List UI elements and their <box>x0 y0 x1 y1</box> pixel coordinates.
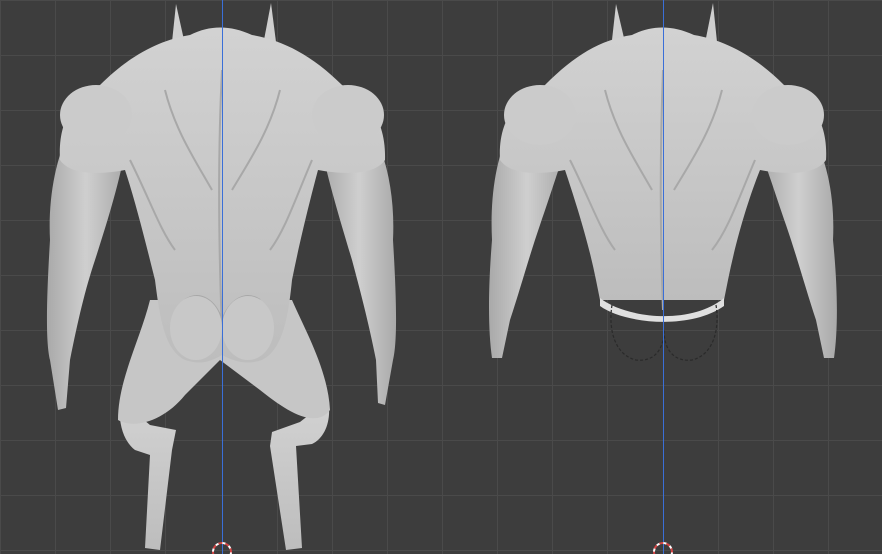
left-glute <box>170 296 222 360</box>
left-deltoid <box>60 85 132 145</box>
right-glute <box>222 296 274 360</box>
sculpt-full-back-view[interactable] <box>46 3 397 550</box>
right-leg <box>270 400 330 550</box>
right-horn <box>264 3 276 42</box>
right-horn <box>706 3 717 42</box>
viewport-canvas[interactable] <box>0 0 882 554</box>
right-deltoid <box>312 85 384 145</box>
right-deltoid <box>752 85 824 145</box>
left-horn <box>612 4 624 40</box>
left-deltoid <box>504 85 576 145</box>
3d-viewport[interactable] <box>0 0 882 554</box>
sculpt-torso-back-view[interactable] <box>489 3 837 361</box>
left-horn <box>172 4 184 42</box>
